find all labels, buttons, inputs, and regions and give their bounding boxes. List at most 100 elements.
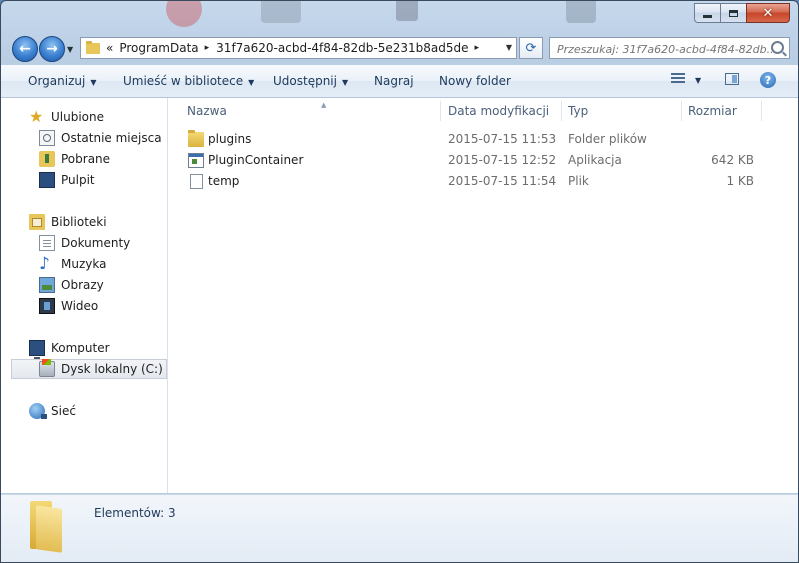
sidebar-item-pictures[interactable]: Obrazy: [39, 275, 104, 295]
sidebar-item-video[interactable]: Wideo: [39, 296, 98, 316]
minimize-icon: [703, 14, 712, 18]
explorer-window: ✕ ← → ▼ « ProgramData ▸ 31f7a620-acbd-4f…: [0, 0, 799, 563]
new-folder-button[interactable]: Nowy folder: [439, 74, 511, 88]
sidebar-item-favorites[interactable]: ★ Ulubione: [29, 107, 104, 127]
refresh-button[interactable]: ⟳: [519, 37, 543, 59]
maximize-icon: [729, 9, 738, 17]
include-in-library-button[interactable]: Umieść w bibliotece ▼: [123, 74, 254, 88]
sort-ascending-icon: ▲: [321, 101, 327, 109]
navigation-bar: ← → ▼ « ProgramData ▸ 31f7a620-acbd-4f84…: [1, 33, 798, 63]
include-in-library-label: Umieść w bibliotece: [123, 74, 244, 88]
help-button[interactable]: ?: [760, 72, 776, 88]
sidebar-item-label: Pobrane: [61, 152, 111, 166]
share-button[interactable]: Udostępnij ▼: [273, 74, 348, 88]
sidebar-item-label: Pulpit: [61, 173, 95, 187]
column-header-type[interactable]: Typ: [562, 101, 682, 121]
chevron-down-icon: ▼: [90, 78, 97, 87]
file-row-plugincontainer[interactable]: PluginContainer 2015-07-15 12:52 Aplikac…: [168, 150, 768, 171]
sidebar-item-label: Muzyka: [61, 257, 107, 271]
sidebar-item-recent-places[interactable]: Ostatnie miejsca: [39, 128, 162, 148]
sidebar-item-label: Obrazy: [61, 278, 104, 292]
file-list: ▲ Nazwa Data modyfikacji Typ Rozmiar plu…: [168, 98, 798, 493]
arrow-left-icon: ←: [19, 41, 31, 57]
search-input[interactable]: [555, 39, 774, 59]
sidebar-item-documents[interactable]: Dokumenty: [39, 233, 130, 253]
blurred-desktop-shape: [566, 1, 596, 23]
share-label: Udostępnij: [273, 74, 337, 88]
address-bar[interactable]: « ProgramData ▸ 31f7a620-acbd-4f84-82db-…: [80, 37, 517, 59]
sidebar-item-computer[interactable]: Komputer: [29, 338, 110, 359]
column-header-size[interactable]: Rozmiar: [682, 101, 762, 121]
sidebar-item-label: Wideo: [61, 299, 99, 313]
folder-icon: [188, 130, 204, 147]
navigation-pane: ★ Ulubione Ostatnie miejsca Pobrane Pulp…: [1, 98, 168, 493]
sidebar-item-label: Ulubione: [51, 110, 105, 124]
music-icon: ♪: [39, 254, 50, 274]
file-icon: [190, 174, 203, 189]
sidebar-item-label: Dysk lokalny (C:): [61, 362, 163, 376]
breadcrumb-current-folder[interactable]: 31f7a620-acbd-4f84-82db-5e231b8ad5de: [216, 41, 468, 55]
burn-button[interactable]: Nagraj: [374, 74, 414, 88]
breadcrumb-programdata[interactable]: ProgramData: [119, 41, 198, 55]
file-name: PluginContainer: [208, 153, 304, 167]
breadcrumb-overflow[interactable]: «: [106, 41, 113, 55]
forward-button[interactable]: →: [39, 36, 65, 62]
breadcrumb-separator-icon[interactable]: ▸: [474, 43, 479, 53]
sidebar-item-music[interactable]: ♪ Muzyka: [39, 254, 106, 274]
column-header-modified[interactable]: Data modyfikacji: [442, 101, 562, 121]
chevron-down-icon: ▼: [248, 78, 255, 87]
file-name: plugins: [208, 132, 252, 146]
view-options-chevron-icon[interactable]: ▼: [695, 76, 701, 85]
sidebar-item-downloads[interactable]: Pobrane: [39, 149, 110, 169]
breadcrumb-separator-icon[interactable]: ▸: [205, 43, 210, 53]
new-folder-label: Nowy folder: [439, 74, 511, 88]
video-icon: [39, 298, 55, 314]
desktop-icon: [39, 172, 55, 188]
arrow-right-icon: →: [46, 41, 58, 57]
sidebar-item-desktop[interactable]: Pulpit: [39, 170, 95, 190]
back-button[interactable]: ←: [12, 36, 38, 62]
downloads-icon: [39, 151, 55, 167]
column-header-label: Nazwa: [187, 104, 227, 118]
details-pane: Elementów: 3: [1, 494, 798, 562]
sidebar-item-network[interactable]: Sieć: [29, 401, 76, 421]
sidebar-item-label: Sieć: [51, 404, 76, 418]
local-disk-icon: [39, 359, 55, 377]
chevron-down-icon: ▼: [341, 78, 349, 87]
maximize-button[interactable]: [720, 3, 746, 23]
chevron-down-icon[interactable]: ▼: [506, 43, 512, 52]
search-icon[interactable]: [771, 41, 784, 54]
file-modified: 2015-07-15 11:54: [448, 174, 557, 188]
blurred-desktop-shape: [166, 1, 202, 27]
file-row-temp[interactable]: temp 2015-07-15 11:54 Plik 1 KB: [168, 171, 768, 192]
recent-places-icon: [39, 130, 55, 146]
minimize-button[interactable]: [694, 3, 720, 23]
item-count: Elementów: 3: [94, 506, 176, 520]
sidebar-item-local-disk[interactable]: Dysk lokalny (C:): [11, 359, 167, 379]
burn-label: Nagraj: [374, 74, 414, 88]
content-area: ★ Ulubione Ostatnie miejsca Pobrane Pulp…: [1, 98, 798, 493]
recent-pages-dropdown[interactable]: ▼: [67, 45, 73, 54]
command-bar: Organizuj ▼ Umieść w bibliotece ▼ Udostępn…: [1, 65, 798, 98]
sidebar-item-libraries[interactable]: Biblioteki: [29, 212, 107, 232]
column-header-label: Rozmiar: [688, 104, 737, 118]
sidebar-item-label: Komputer: [51, 341, 110, 355]
organize-button[interactable]: Organizuj ▼: [28, 74, 96, 88]
computer-icon: [29, 340, 45, 359]
column-header-name[interactable]: ▲ Nazwa: [181, 101, 441, 121]
blurred-desktop-shape: [396, 1, 418, 21]
blurred-desktop-shape: [261, 1, 301, 23]
file-row-plugins[interactable]: plugins 2015-07-15 11:53 Folder plików: [168, 129, 768, 150]
pictures-icon: [39, 277, 55, 293]
star-icon: ★: [29, 107, 44, 126]
window-controls: ✕: [694, 3, 790, 23]
sidebar-item-label: Ostatnie miejsca: [61, 131, 162, 145]
change-view-icon[interactable]: [671, 73, 685, 85]
preview-pane-icon[interactable]: [725, 73, 739, 85]
close-button[interactable]: ✕: [746, 3, 790, 23]
column-header-label: Data modyfikacji: [448, 104, 550, 118]
column-header-label: Typ: [568, 104, 589, 118]
file-type: Aplikacja: [568, 153, 622, 167]
search-box[interactable]: [549, 37, 790, 59]
refresh-icon: ⟳: [525, 40, 537, 56]
